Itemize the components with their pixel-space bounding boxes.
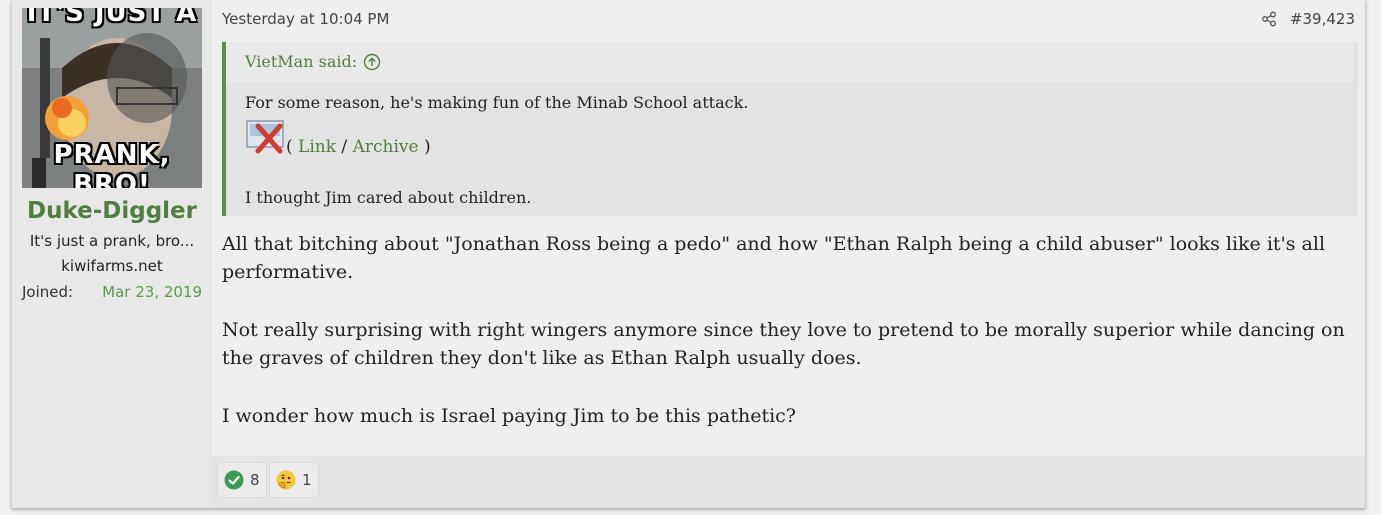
joined-date: Mar 23, 2019 xyxy=(102,283,202,301)
quote-block: VietMan said: For some reason, he's maki… xyxy=(222,42,1358,216)
link-separator: / xyxy=(336,137,353,157)
close-paren: ) xyxy=(418,137,431,157)
share-icon[interactable] xyxy=(1261,11,1277,27)
thinking-face-icon xyxy=(276,470,296,490)
reaction-thinking[interactable]: 1 xyxy=(269,462,319,498)
link-link[interactable]: Link xyxy=(298,137,336,157)
forum-post: IT'S JUST A PRANK, BRO! Duke-Diggler It'… xyxy=(11,0,1366,508)
broken-image-icon xyxy=(246,120,284,154)
post-paragraph: Not really surprising with right wingers… xyxy=(222,319,1345,369)
archive-link[interactable]: Archive xyxy=(353,137,419,157)
reaction-count: 8 xyxy=(250,471,260,489)
post-main: Yesterday at 10:04 PM #39,423 VietMan sa… xyxy=(212,0,1365,508)
quote-author-link[interactable]: VietMan said: xyxy=(245,52,357,71)
post-number-link[interactable]: #39,423 xyxy=(1290,10,1355,28)
quote-link-group: ( Link / Archive ) xyxy=(286,137,431,157)
user-info-column: IT'S JUST A PRANK, BRO! Duke-Diggler It'… xyxy=(12,0,212,508)
avatar-top-caption: IT'S JUST A xyxy=(26,8,198,28)
quote-header: VietMan said: xyxy=(226,42,1354,82)
quote-text-line: For some reason, he's making fun of the … xyxy=(245,93,749,112)
username-link[interactable]: Duke-Diggler xyxy=(12,198,212,224)
quote-text-line: I thought Jim cared about children. xyxy=(245,188,532,207)
post-footer: 8 1 xyxy=(212,456,1365,508)
post-date-link[interactable]: Yesterday at 10:04 PM xyxy=(222,10,389,28)
reaction-count: 1 xyxy=(302,471,312,489)
arrow-up-circle-icon[interactable] xyxy=(363,53,381,71)
post-paragraph: I wonder how much is Israel paying Jim t… xyxy=(222,405,796,427)
user-site: kiwifarms.net xyxy=(61,257,163,275)
reaction-check[interactable]: 8 xyxy=(217,462,267,498)
user-title: It's just a prank, bro... xyxy=(29,232,195,250)
open-paren: ( xyxy=(286,137,299,157)
avatar-bottom-caption: PRANK, BRO! xyxy=(53,140,171,188)
post-paragraph: All that bitching about "Jonathan Ross b… xyxy=(222,233,1326,283)
check-icon xyxy=(224,470,244,490)
post-body: All that bitching about "Jonathan Ross b… xyxy=(222,230,1352,460)
joined-label: Joined: xyxy=(22,283,74,301)
avatar[interactable]: IT'S JUST A PRANK, BRO! xyxy=(22,8,202,188)
